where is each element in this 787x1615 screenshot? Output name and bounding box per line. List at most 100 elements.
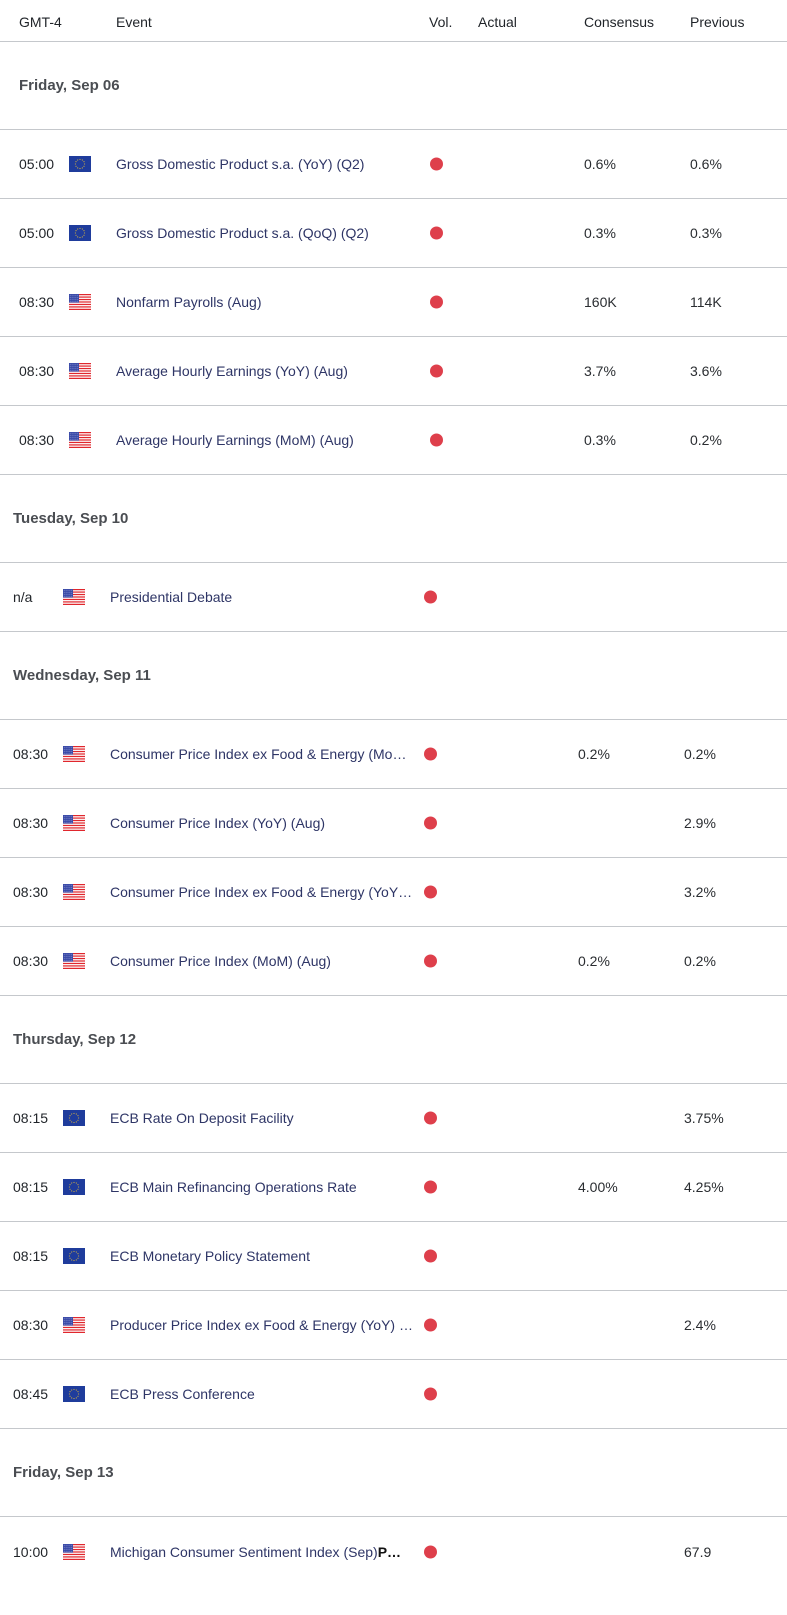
event-name[interactable]: Michigan Consumer Sentiment Index (Sep)P… [110,1544,401,1560]
event-name[interactable]: Consumer Price Index ex Food & Energy (Y… [110,884,412,900]
event-row[interactable]: 10:00 Michigan Consumer Sentiment Index … [0,1517,787,1586]
us-flag-icon [63,1317,85,1333]
previous-value: 0.2% [684,746,716,762]
volatility-high-icon [424,816,437,830]
previous-value: 0.2% [690,432,722,448]
column-header-previous[interactable]: Previous [690,14,744,30]
eu-flag-icon [69,156,91,172]
us-flag-icon [69,363,91,379]
previous-value: 67.9 [684,1543,712,1560]
event-name[interactable]: ECB Rate On Deposit Facility [110,1110,294,1126]
event-name[interactable]: Gross Domestic Product s.a. (YoY) (Q2) [116,156,364,172]
volatility-high-icon [424,747,437,761]
volatility-high-icon [424,1545,437,1558]
previous-value: 2.9% [684,815,716,831]
event-time: 08:30 [19,294,55,310]
event-row[interactable]: 08:30 Consumer Price Index (MoM) (Aug) 0… [0,927,787,996]
event-time: 08:30 [13,815,49,831]
event-row[interactable]: 05:00 Gross Domestic Product s.a. (YoY) … [0,130,787,199]
volatility-high-icon [430,364,443,378]
volatility-high-icon [424,1387,437,1401]
previous-value: 3.6% [690,363,722,379]
event-row[interactable]: 08:30 Producer Price Index ex Food & Ene… [0,1291,787,1360]
consensus-value: 0.6% [584,156,616,172]
previous-value: 114K [690,294,722,310]
event-row[interactable]: 08:15 ECB Rate On Deposit Facility 3.75% [0,1084,787,1153]
us-flag-icon [69,432,91,448]
event-name[interactable]: Average Hourly Earnings (MoM) (Aug) [116,432,354,448]
volatility-high-icon [424,1180,437,1194]
previous-value: 4.25% [684,1179,724,1195]
column-header-event[interactable]: Event [116,14,152,30]
day-header: Friday, Sep 06 [0,42,787,130]
event-name[interactable]: Gross Domestic Product s.a. (QoQ) (Q2) [116,225,369,241]
us-flag-icon [63,953,85,969]
event-row[interactable]: 08:30 Consumer Price Index (YoY) (Aug) 2… [0,789,787,858]
event-row[interactable]: 08:15 ECB Monetary Policy Statement [0,1222,787,1291]
event-row[interactable]: 08:30 Nonfarm Payrolls (Aug) 160K 114K [0,268,787,337]
event-name-suffix: P… [377,1543,402,1560]
event-row[interactable]: 05:00 Gross Domestic Product s.a. (QoQ) … [0,199,787,268]
us-flag-icon [63,746,85,762]
previous-value: 2.4% [684,1317,716,1333]
event-time: 08:30 [13,1317,49,1333]
volatility-high-icon [424,1111,437,1125]
day-header: Tuesday, Sep 10 [0,475,787,563]
volatility-high-icon [424,590,437,604]
event-name[interactable]: Average Hourly Earnings (YoY) (Aug) [116,363,348,379]
day-label: Wednesday, Sep 11 [13,667,151,684]
day-header: Wednesday, Sep 11 [0,632,787,720]
event-row[interactable]: 08:30 Consumer Price Index ex Food & Ene… [0,720,787,789]
event-time: 10:00 [13,1543,49,1560]
event-name[interactable]: Consumer Price Index (MoM) (Aug) [110,953,331,969]
event-row[interactable]: 08:30 Average Hourly Earnings (MoM) (Aug… [0,406,787,475]
eu-flag-icon [63,1110,85,1126]
us-flag-icon [63,589,85,605]
event-name[interactable]: ECB Press Conference [110,1386,255,1402]
event-time: 08:30 [13,746,49,762]
event-name[interactable]: Nonfarm Payrolls (Aug) [116,294,262,310]
event-row[interactable]: 08:30 Consumer Price Index ex Food & Ene… [0,858,787,927]
us-flag-icon [63,815,85,831]
day-label: Thursday, Sep 12 [13,1031,137,1048]
event-name[interactable]: ECB Monetary Policy Statement [110,1248,310,1264]
event-time: 08:15 [13,1248,49,1264]
event-row[interactable]: n/a Presidential Debate [0,563,787,632]
eu-flag-icon [63,1179,85,1195]
volatility-high-icon [424,885,437,899]
event-name[interactable]: Consumer Price Index ex Food & Energy (M… [110,746,406,762]
event-name[interactable]: ECB Main Refinancing Operations Rate [110,1179,357,1195]
event-row[interactable]: 08:45 ECB Press Conference [0,1360,787,1429]
economic-calendar-table: Friday, Sep 06 05:00 Gross Domestic Prod… [0,42,787,1586]
event-time: 08:15 [13,1179,49,1195]
day-label: Friday, Sep 13 [13,1464,114,1481]
column-header-consensus[interactable]: Consensus [584,14,654,30]
volatility-high-icon [430,157,443,171]
us-flag-icon [63,1543,85,1560]
event-time: 05:00 [19,156,55,172]
day-label: Tuesday, Sep 10 [13,510,129,527]
event-time: 08:30 [19,363,55,379]
volatility-high-icon [424,1318,437,1332]
event-row[interactable]: 08:30 Average Hourly Earnings (YoY) (Aug… [0,337,787,406]
consensus-value: 0.3% [584,225,616,241]
consensus-value: 3.7% [584,363,616,379]
previous-value: 3.75% [684,1110,724,1126]
consensus-value: 0.3% [584,432,616,448]
event-time: 08:30 [13,884,49,900]
volatility-high-icon [430,226,443,240]
day-label: Friday, Sep 06 [19,77,120,94]
event-time: 08:45 [13,1386,49,1402]
day-header: Thursday, Sep 12 [0,996,787,1084]
event-name[interactable]: Consumer Price Index (YoY) (Aug) [110,815,325,831]
event-row[interactable]: 08:15 ECB Main Refinancing Operations Ra… [0,1153,787,1222]
event-time: 05:00 [19,225,55,241]
column-header-timezone[interactable]: GMT-4 [19,14,62,30]
event-time: 08:15 [13,1110,49,1126]
consensus-value: 0.2% [578,953,610,969]
event-name[interactable]: Producer Price Index ex Food & Energy (Y… [110,1317,413,1333]
column-header-actual[interactable]: Actual [478,14,517,30]
volatility-high-icon [424,954,437,968]
event-name[interactable]: Presidential Debate [110,589,232,605]
column-header-volatility[interactable]: Vol. [429,14,452,30]
